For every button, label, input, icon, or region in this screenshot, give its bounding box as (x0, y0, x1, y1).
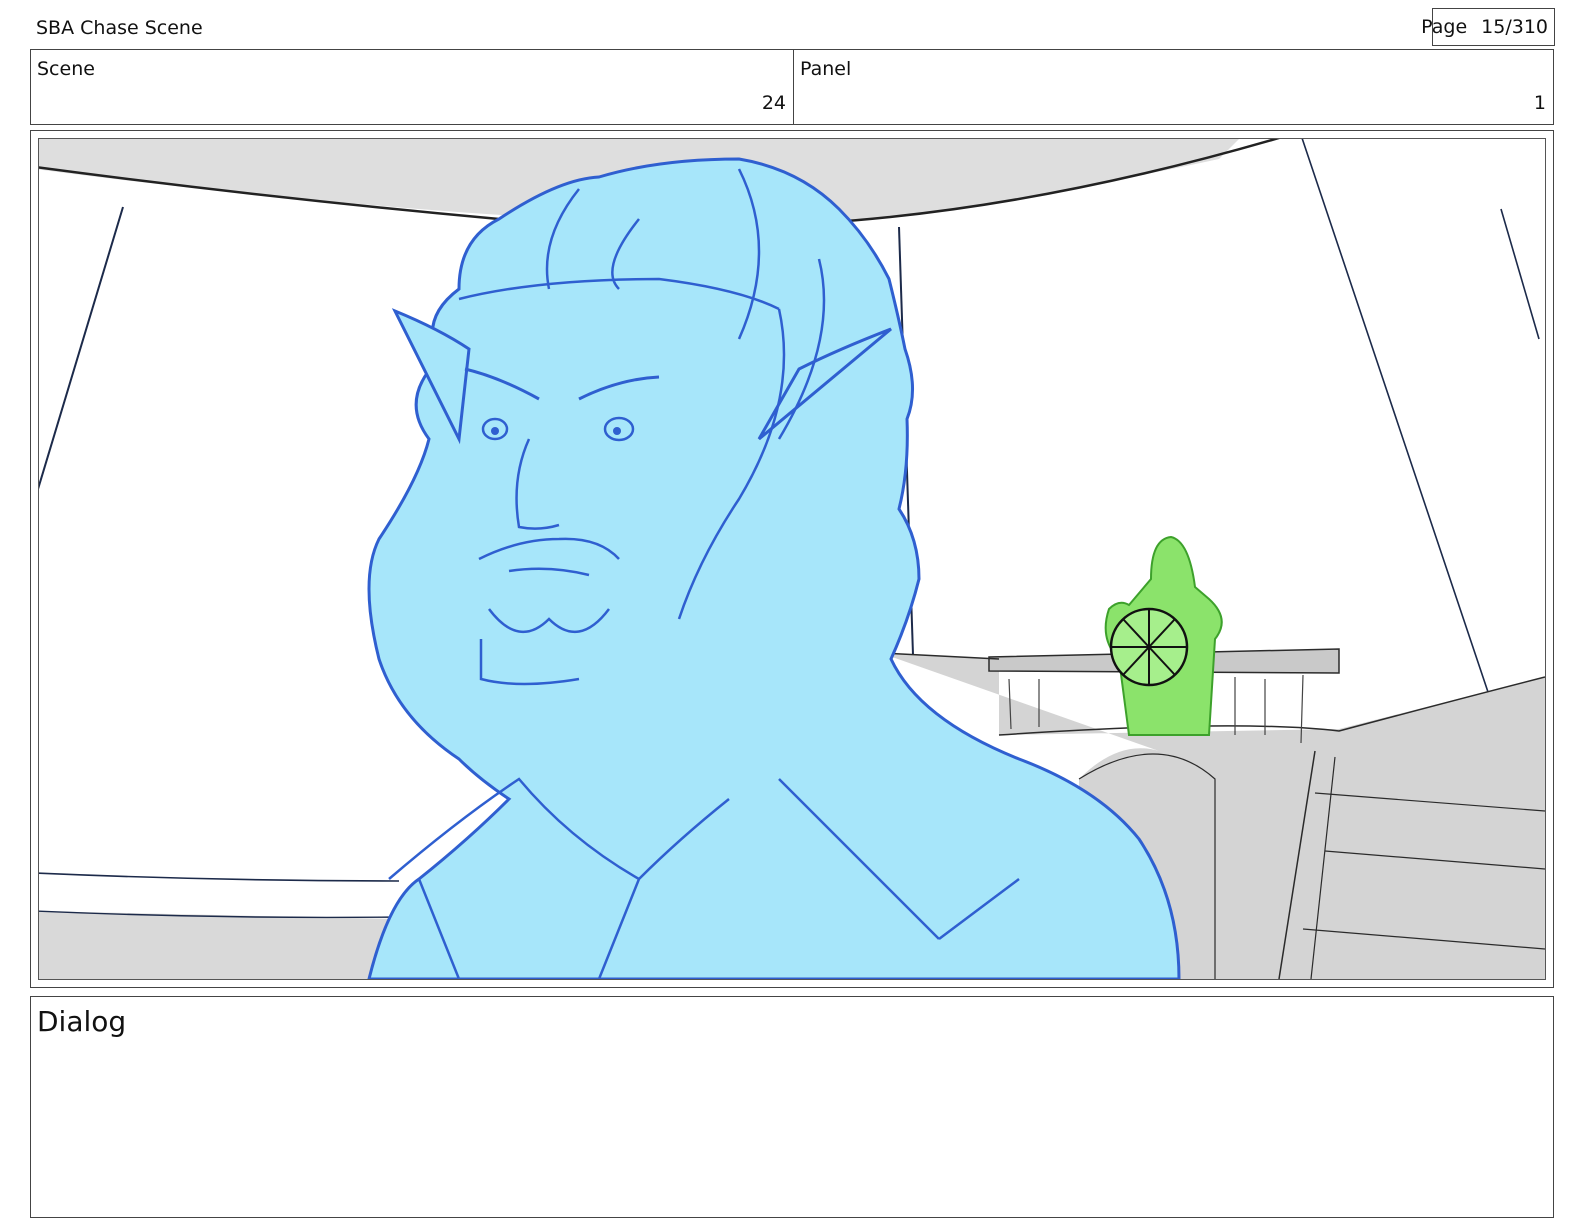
dialog-label: Dialog (37, 1005, 127, 1038)
scene-label: Scene (37, 58, 95, 80)
storyboard-sketch (39, 139, 1545, 979)
scene-number: 24 (761, 92, 786, 114)
dialog-box: Dialog (30, 996, 1554, 1218)
panel-cell: Panel 1 (794, 50, 1553, 124)
page-label: Page (1421, 16, 1468, 38)
panel-number: 1 (1533, 92, 1546, 114)
storyboard-frame (38, 138, 1546, 980)
right-pupil (613, 427, 621, 435)
left-pupil (491, 427, 499, 435)
panel-label: Panel (800, 58, 852, 80)
scene-cell: Scene 24 (31, 50, 794, 124)
deck-rail-fill (39, 911, 399, 979)
page-indicator: Page 15/310 (1421, 8, 1555, 46)
scene-panel-row: Scene 24 Panel 1 (30, 49, 1554, 125)
page-number: 15/310 (1481, 16, 1548, 38)
project-title: SBA Chase Scene (36, 17, 203, 39)
